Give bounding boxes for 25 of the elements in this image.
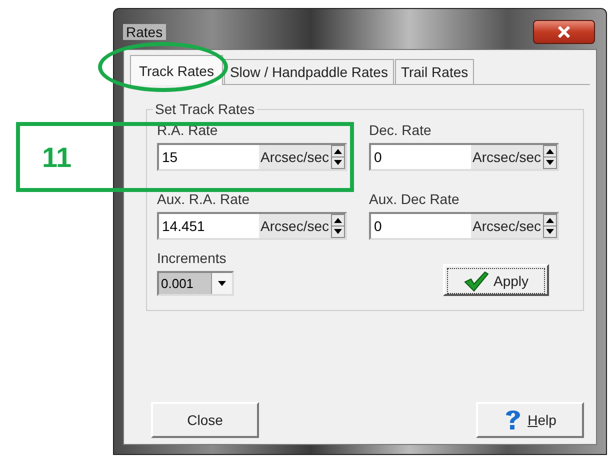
group-title: Set Track Rates xyxy=(153,101,257,117)
field-label: Aux. R.A. Rate xyxy=(157,191,251,207)
help-button[interactable]: Help xyxy=(476,402,584,438)
dropdown-arrow-icon[interactable] xyxy=(217,280,227,286)
spin-arrows-icon[interactable] xyxy=(331,214,345,238)
close-button[interactable]: Close xyxy=(151,402,259,438)
close-icon[interactable] xyxy=(533,20,595,44)
tab[interactable]: Slow / Handpaddle Rates xyxy=(224,59,394,84)
field-label: Aux. Dec Rate xyxy=(369,191,460,207)
tab[interactable]: Trail Rates xyxy=(394,59,474,84)
spin-arrows-icon[interactable] xyxy=(543,145,557,169)
question-mark-icon xyxy=(504,408,522,432)
field-label: Increments xyxy=(157,250,228,266)
spin-field[interactable]: 14.451 Arcsec/sec xyxy=(157,212,347,240)
window-title: Rates xyxy=(123,24,166,40)
apply-button[interactable]: Apply xyxy=(443,264,549,296)
spin-field[interactable]: 0 Arcsec/sec xyxy=(369,212,559,240)
field-label: Dec. Rate xyxy=(369,122,432,138)
spin-arrows-icon[interactable] xyxy=(331,145,345,169)
spin-arrows-icon[interactable] xyxy=(543,214,557,238)
spin-field[interactable]: 15 Arcsec/sec xyxy=(157,143,347,171)
increments-dropdown[interactable]: 0.001 xyxy=(157,271,234,296)
checkmark-icon xyxy=(463,270,490,292)
spin-field[interactable]: 0 Arcsec/sec xyxy=(369,143,559,171)
tab[interactable]: Track Rates xyxy=(130,55,223,85)
